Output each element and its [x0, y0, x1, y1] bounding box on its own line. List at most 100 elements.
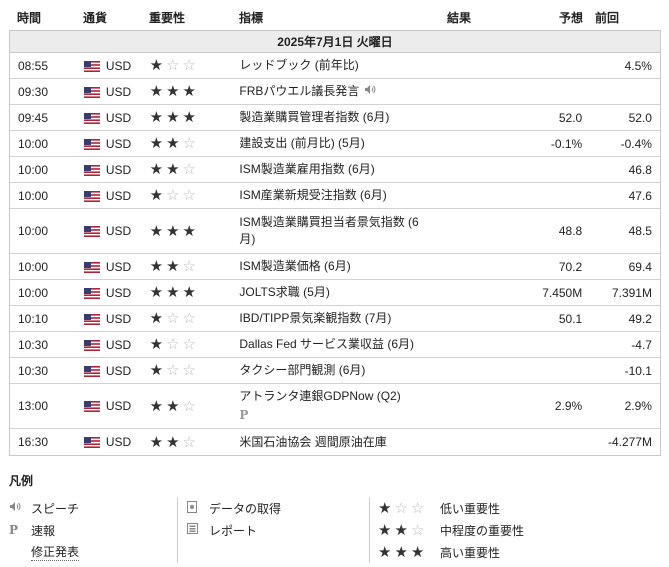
- star-icon: ☆: [166, 310, 180, 328]
- row-indicator[interactable]: レッドブック (前年比): [227, 57, 432, 74]
- legend: 凡例 スピーチ P 速報 修正発表 データの取得 レポート ★ ☆ ☆ 低い重要…: [9, 472, 661, 567]
- row-forecast: 7.450M: [542, 285, 583, 300]
- star-icon: ☆: [166, 362, 180, 380]
- header-forecast[interactable]: 予想: [501, 9, 583, 26]
- header-previous[interactable]: 前回: [583, 9, 661, 26]
- star-icon: ★: [166, 135, 180, 153]
- star-icon: ★: [149, 397, 164, 415]
- row-currency: USD: [72, 137, 138, 151]
- us-flag-icon: [83, 401, 100, 413]
- row-indicator[interactable]: FRBパウエル議長発言: [227, 83, 432, 100]
- table-row[interactable]: 09:30 USD ★ ★ ★ FRBパウエル議長発言: [10, 79, 660, 105]
- row-previous: -4.277M: [607, 435, 652, 449]
- row-indicator[interactable]: JOLTS求職 (5月): [227, 284, 432, 301]
- row-indicator[interactable]: 米国石油協会 週間原油在庫: [227, 434, 432, 451]
- row-importance: ★ ☆ ☆: [138, 188, 228, 203]
- row-importance: ★ ☆ ☆: [138, 337, 228, 352]
- row-indicator[interactable]: ISM製造業価格 (6月): [227, 258, 432, 275]
- indicator-link[interactable]: レッドブック (前年比): [239, 58, 358, 72]
- row-time: 09:30: [18, 84, 49, 99]
- indicator-link[interactable]: ISM産業新規受注指数 (6月): [239, 188, 386, 202]
- indicator-link[interactable]: IBD/TIPP景気楽観指数 (7月): [239, 311, 391, 325]
- row-importance: ★ ★ ☆: [138, 162, 228, 177]
- row-indicator[interactable]: 建設支出 (前月比) (5月): [227, 135, 432, 152]
- table-header: 時間 通貨 重要性 指標 結果 予想 前回: [9, 4, 661, 30]
- table-row[interactable]: 10:10 USD ★ ☆ ☆ IBD/TIPP景気楽観指数 (7月) 50.1 49.2: [10, 306, 660, 332]
- table-row[interactable]: 10:00 USD ★ ★ ☆ 建設支出 (前月比) (5月) -0.1% -0.4%: [10, 131, 660, 157]
- star-icon: ★: [149, 109, 164, 127]
- star-icon: ★: [182, 109, 196, 127]
- star-icon: ☆: [166, 336, 180, 354]
- row-time: 08:55: [18, 58, 49, 73]
- row-time: 10:00: [18, 224, 49, 238]
- header-time[interactable]: 時間: [9, 9, 71, 26]
- table-row[interactable]: 10:00 USD ★ ★ ★ ISM製造業購買担当者景気指数 (6月) 48.8 48.5: [10, 209, 660, 254]
- table-row[interactable]: 10:00 USD ★ ★ ☆ ISM製造業価格 (6月) 70.2 69.4: [10, 254, 660, 280]
- row-forecast: -0.1%: [550, 136, 583, 151]
- row-time: 10:00: [18, 259, 49, 274]
- indicator-link[interactable]: FRBパウエル議長発言: [239, 84, 359, 98]
- us-flag-icon: [83, 261, 100, 273]
- row-previous: -0.4%: [620, 136, 652, 151]
- row-currency: USD: [72, 312, 138, 326]
- row-previous: 49.2: [628, 311, 652, 326]
- indicator-link[interactable]: Dallas Fed サービス業収益 (6月): [239, 337, 414, 351]
- row-time: 16:30: [18, 435, 49, 449]
- legend-medium: ★ ★ ☆ 中程度の重要性: [378, 521, 525, 539]
- table-row[interactable]: 10:30 USD ★ ☆ ☆ タクシー部門観測 (6月) -10.1: [10, 358, 660, 384]
- row-indicator[interactable]: Dallas Fed サービス業収益 (6月): [227, 336, 432, 353]
- row-importance: ★ ☆ ☆: [138, 311, 228, 326]
- indicator-link[interactable]: 米国石油協会 週間原油在庫: [239, 435, 386, 449]
- row-previous: 46.8: [628, 162, 652, 177]
- table-row[interactable]: 10:00 USD ★ ★ ☆ ISM製造業雇用指数 (6月) 46.8: [10, 157, 660, 183]
- star-icon: ☆: [182, 397, 196, 415]
- star-icon: ★: [166, 284, 180, 302]
- indicator-link[interactable]: 製造業購買管理者指数 (6月): [239, 110, 389, 124]
- star-icon: ★: [149, 161, 164, 179]
- indicator-link[interactable]: タクシー部門観測 (6月): [239, 363, 365, 377]
- header-currency[interactable]: 通貨: [71, 9, 137, 26]
- table-row[interactable]: 10:00 USD ★ ☆ ☆ ISM産業新規受注指数 (6月) 47.6: [10, 183, 660, 209]
- table-row[interactable]: 10:00 USD ★ ★ ★ JOLTS求職 (5月) 7.450M 7.391M: [10, 280, 660, 306]
- legend-data-retrieval: データの取得: [187, 497, 367, 519]
- table-row[interactable]: 16:30 USD ★ ★ ☆ 米国石油協会 週間原油在庫 -4.277M: [10, 429, 660, 455]
- table-row[interactable]: 08:55 USD ★ ☆ ☆ レッドブック (前年比) 4.5%: [10, 53, 660, 79]
- legend-title: 凡例: [9, 474, 34, 488]
- row-indicator[interactable]: ISM産業新規受注指数 (6月): [227, 187, 432, 204]
- row-previous: 52.0: [628, 110, 652, 125]
- us-flag-icon: [83, 339, 100, 351]
- row-previous: 4.5%: [624, 58, 652, 73]
- table-row[interactable]: 13:00 USD ★ ★ ☆ アトランタ連銀GDPNow (Q2) P 2.9% 2.9%: [10, 384, 660, 429]
- preliminary-icon: P: [239, 408, 249, 422]
- speaker-icon: [9, 501, 31, 515]
- star-icon: ★ ★ ★: [378, 543, 425, 561]
- row-indicator[interactable]: IBD/TIPP景気楽観指数 (7月): [227, 310, 432, 327]
- header-importance[interactable]: 重要性: [137, 9, 227, 26]
- row-indicator[interactable]: 製造業購買管理者指数 (6月): [227, 109, 432, 126]
- header-indicator[interactable]: 指標: [227, 9, 433, 26]
- row-currency: USD: [72, 399, 138, 413]
- indicator-link[interactable]: 建設支出 (前月比) (5月): [239, 136, 364, 150]
- indicator-link[interactable]: アトランタ連銀GDPNow (Q2): [239, 389, 400, 403]
- row-currency: USD: [72, 224, 138, 238]
- row-indicator[interactable]: ISM製造業雇用指数 (6月): [227, 161, 432, 178]
- row-indicator[interactable]: タクシー部門観測 (6月): [227, 362, 432, 379]
- table-row[interactable]: 09:45 USD ★ ★ ★ 製造業購買管理者指数 (6月) 52.0 52.0: [10, 105, 660, 131]
- indicator-link[interactable]: ISM製造業購買担当者景気指数 (6月): [239, 215, 418, 246]
- header-actual[interactable]: 結果: [433, 9, 501, 26]
- legend-high: ★ ★ ★ 高い重要性: [378, 543, 501, 561]
- table-row[interactable]: 10:30 USD ★ ☆ ☆ Dallas Fed サービス業収益 (6月) -4.7: [10, 332, 660, 358]
- row-indicator[interactable]: アトランタ連銀GDPNow (Q2) P: [227, 388, 432, 424]
- star-icon: ★: [166, 222, 180, 240]
- row-time: 10:00: [18, 136, 49, 151]
- indicator-link[interactable]: ISM製造業雇用指数 (6月): [239, 162, 374, 176]
- date-row: 2025年7月1日 火曜日: [10, 31, 660, 53]
- indicator-link[interactable]: JOLTS求職 (5月): [239, 285, 329, 299]
- report-icon: [187, 523, 209, 537]
- row-importance: ★ ★ ☆: [138, 259, 228, 274]
- star-icon: ★: [166, 109, 180, 127]
- row-importance: ★ ★ ★: [138, 222, 228, 240]
- row-indicator[interactable]: ISM製造業購買担当者景気指数 (6月): [227, 214, 432, 248]
- legend-report: レポート: [187, 519, 367, 541]
- indicator-link[interactable]: ISM製造業価格 (6月): [239, 259, 350, 273]
